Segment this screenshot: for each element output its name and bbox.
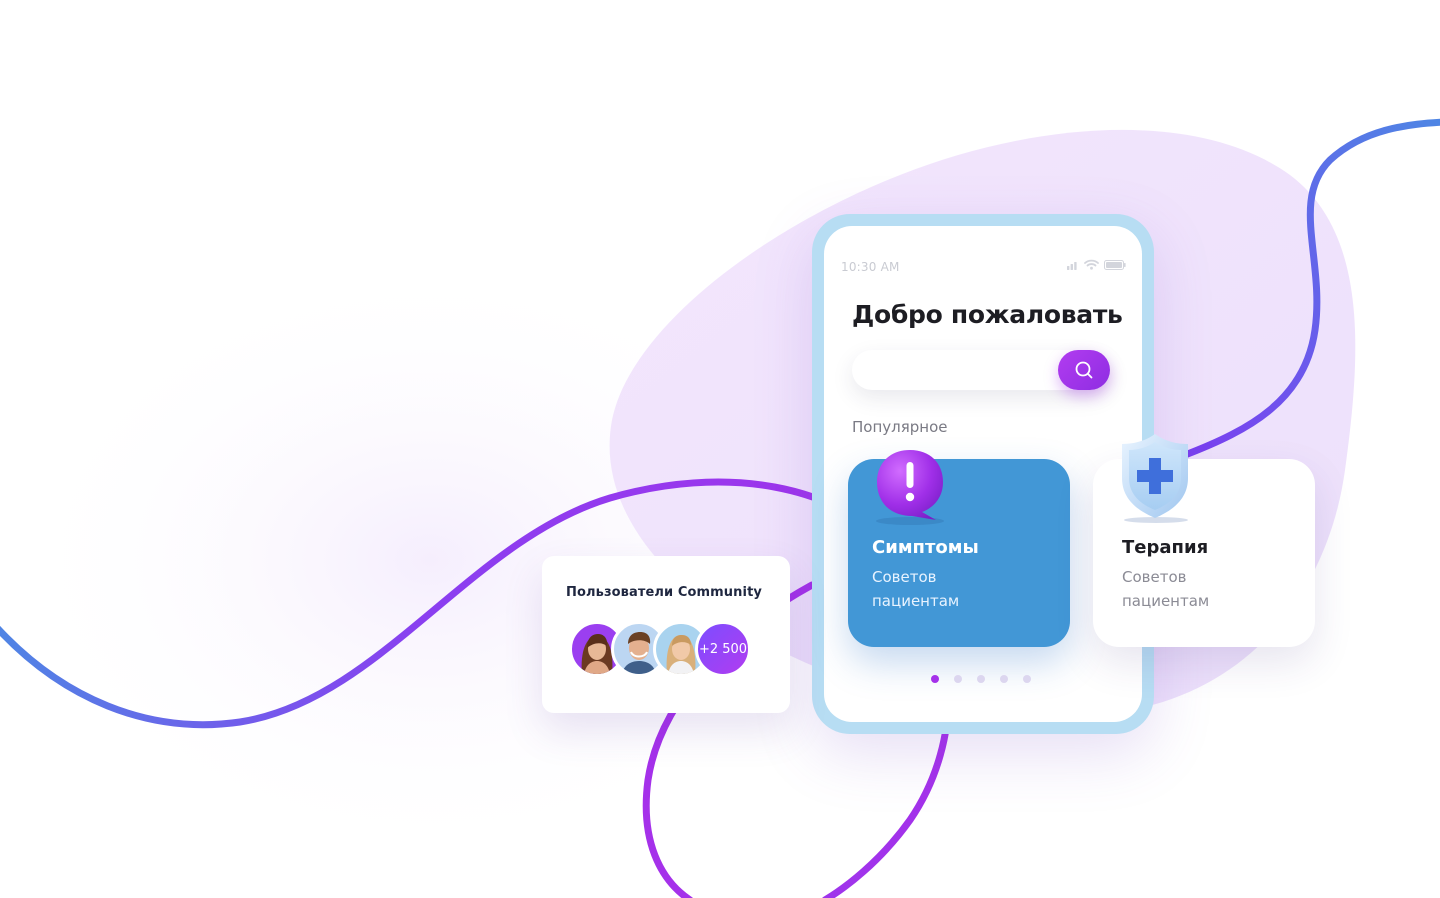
more-users-badge[interactable]: +2 500 [695,621,751,677]
status-time: 10:30 AM [841,260,900,274]
card-subtitle-line: пациентам [1122,592,1210,610]
card-title: Симптомы [872,537,979,558]
pagination-dot[interactable] [1000,675,1008,683]
welcome-title: Добро пожаловать [852,300,1123,329]
background-decoration [0,118,1440,898]
card-subtitle: Советов пациентам [1122,565,1272,613]
popular-section-label: Популярное [852,418,948,436]
card-title: Терапия [1122,537,1209,558]
community-title: Пользователи Community [566,585,762,600]
status-icons [1067,259,1126,270]
battery-icon [1104,259,1126,270]
alert-bubble-icon [876,450,944,525]
card-subtitle-line: пациентам [872,592,960,610]
search-button[interactable] [1058,350,1110,390]
carousel-pagination [931,675,1031,683]
pagination-dot[interactable] [931,675,939,683]
card-subtitle-line: Советов [872,568,937,586]
pagination-dot[interactable] [1023,675,1031,683]
pagination-dot[interactable] [977,675,985,683]
card-subtitle-line: Советов [1122,568,1187,586]
search-icon [1075,361,1093,379]
search-input[interactable] [852,350,1110,390]
landing-hero: 10:30 AM Добро пожаловать Популярное Сим… [0,0,1440,898]
signal-icon [1067,261,1077,270]
pagination-dot[interactable] [954,675,962,683]
avatar-stack: +2 500 [569,621,753,679]
wifi-icon [1084,259,1099,270]
card-subtitle: Советов пациентам [872,565,1022,613]
medical-shield-icon [1122,434,1188,523]
community-card[interactable]: Пользователи Community +2 500 [542,556,790,713]
